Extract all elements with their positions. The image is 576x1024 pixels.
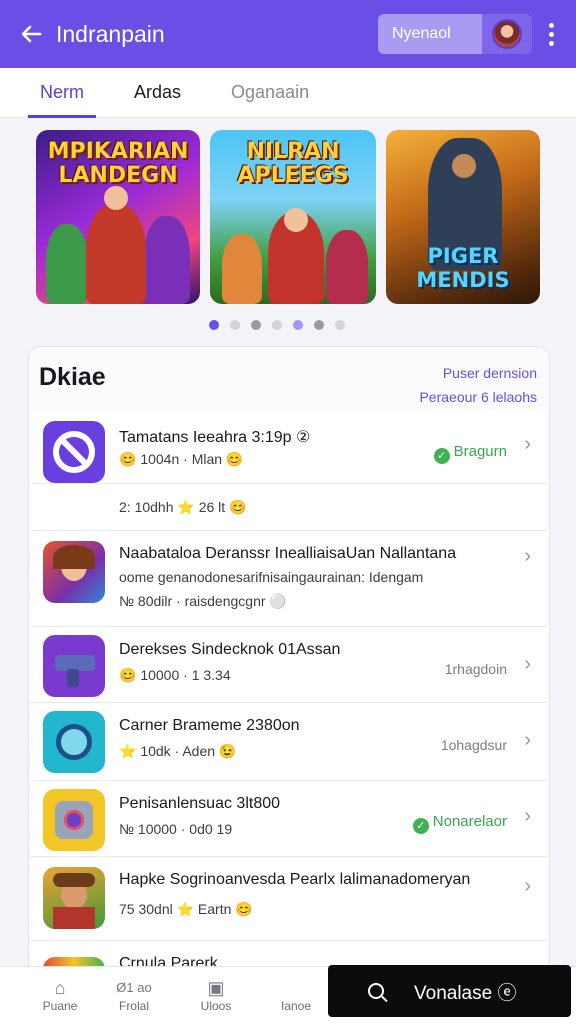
- banner-title: NILRAN APLEEGS: [237, 139, 349, 188]
- banner-2[interactable]: NILRAN APLEEGS: [210, 130, 376, 304]
- app-icon: [43, 711, 105, 773]
- list-item[interactable]: Derekses Sindecknok 01Assan 😊 10000 · 1 …: [31, 627, 547, 703]
- carousel-dot[interactable]: [293, 320, 303, 330]
- item-title: Derekses Sindecknok 01Assan: [119, 641, 341, 658]
- banner-1[interactable]: MPIKARIAN LANDEGN: [36, 130, 200, 304]
- section-link-secondary[interactable]: Peraeour 6 lelaohs: [419, 389, 537, 405]
- tab-nerm[interactable]: Nerm: [28, 68, 96, 118]
- carousel-dot[interactable]: [335, 320, 345, 330]
- back-arrow-icon[interactable]: [14, 17, 48, 51]
- install-status[interactable]: ✓ Nonarelaor: [412, 813, 507, 834]
- item-title: Hapke Sogrinoanvesda Pearlx lalimanadome…: [119, 871, 471, 888]
- item-status: 1ohagdsur: [440, 737, 507, 753]
- chevron-right-icon[interactable]: ›: [524, 729, 531, 752]
- item-title: Carner Brameme 2380on: [119, 717, 300, 734]
- app-bar: Indranpain Nyenaol: [0, 0, 576, 68]
- carousel-pagination: [209, 320, 345, 330]
- list-item[interactable]: Tamatans Ieeahra 3:19p ② 😊 1004n · Mlan …: [31, 411, 547, 531]
- chevron-right-icon[interactable]: ›: [524, 875, 531, 898]
- carousel-dot[interactable]: [230, 320, 240, 330]
- avatar-button[interactable]: [482, 14, 532, 54]
- library-icon: ▣: [207, 978, 225, 998]
- search-action-button[interactable]: Vonalase ⓔ: [328, 965, 571, 1017]
- ranking-icon: Ø1 ao: [116, 980, 152, 995]
- banner-title: PIGER MENDIS: [416, 244, 510, 292]
- item-title: Penisanlensuac 3lt800: [119, 795, 281, 812]
- carousel-dot[interactable]: [314, 320, 324, 330]
- app-icon: [43, 541, 105, 603]
- profile-icon: [266, 977, 326, 999]
- banner-3[interactable]: PIGER MENDIS: [386, 130, 540, 304]
- nav-profile[interactable]: Ianoe: [266, 977, 326, 1013]
- item-status: 1rhagdoin: [444, 661, 507, 677]
- header-input[interactable]: Nyenaol: [378, 14, 482, 54]
- carousel-dot[interactable]: [272, 320, 282, 330]
- avatar: [492, 19, 522, 49]
- item-meta-secondary: № 80dilr · raisdengcgnr ⚪: [119, 593, 287, 609]
- search-icon: [368, 983, 384, 999]
- item-meta-secondary: 2: 10dhh ⭐ 26 lt 😊: [119, 499, 247, 515]
- app-icon: [43, 421, 105, 483]
- app-icon: [43, 635, 105, 697]
- list-item[interactable]: Hapke Sogrinoanvesda Pearlx lalimanadome…: [31, 857, 547, 941]
- section-title: Dkiae: [39, 363, 106, 391]
- section-link[interactable]: Puser dernsion: [443, 365, 537, 381]
- item-meta: № 10000 · 0d0 19: [119, 821, 233, 837]
- search-action-label: Vonalase ⓔ: [414, 982, 517, 1004]
- app-icon: [43, 789, 105, 851]
- install-status[interactable]: ✓ Bragurn: [433, 443, 507, 464]
- carousel-dot[interactable]: [251, 320, 261, 330]
- item-title: Naabataloa Deranssr InealliaisaUan Nalla…: [119, 545, 457, 562]
- nav-ranking[interactable]: Ø1 ao Frolal: [104, 977, 164, 1013]
- chevron-right-icon[interactable]: ›: [524, 433, 531, 456]
- check-icon: ✓: [412, 818, 429, 834]
- tab-ardas[interactable]: Ardas: [122, 68, 193, 118]
- banner-title: MPIKARIAN LANDEGN: [47, 139, 189, 188]
- item-meta: ⭐ 10dk · Aden 😉: [119, 743, 237, 759]
- home-icon: ⌂: [54, 978, 66, 998]
- item-meta: 😊 1004n · Mlan 😊: [119, 451, 244, 467]
- app-icon: [43, 867, 105, 929]
- chevron-right-icon[interactable]: ›: [524, 545, 531, 568]
- item-meta: 😊 10000 · 1 3.34: [119, 667, 231, 683]
- more-menu-icon[interactable]: [536, 14, 566, 54]
- tab-bar: Nerm Ardas Oganaain: [0, 68, 576, 118]
- app-title: Indranpain: [56, 20, 165, 47]
- app-list-card: Dkiae Puser dernsion Peraeour 6 lelaohs …: [28, 346, 550, 1024]
- chevron-right-icon[interactable]: ›: [524, 805, 531, 828]
- list-item[interactable]: Penisanlensuac 3lt800 № 10000 · 0d0 19 ✓…: [31, 781, 547, 857]
- featured-carousel: MPIKARIAN LANDEGN NILRAN APLEEGS PIGER M…: [36, 130, 540, 304]
- check-icon: ✓: [433, 448, 450, 464]
- item-title: Tamatans Ieeahra 3:19p ②: [119, 429, 311, 446]
- tab-oganaain[interactable]: Oganaain: [219, 68, 321, 118]
- list-item[interactable]: Carner Brameme 2380on ⭐ 10dk · Aden 😉 1o…: [31, 703, 547, 781]
- list-item[interactable]: Naabataloa Deranssr InealliaisaUan Nalla…: [31, 531, 547, 627]
- item-meta: oome genanodonesarifnisaingaurainan: Ide…: [119, 569, 424, 585]
- item-meta: 75 30dnl ⭐ Eartn 😊: [119, 901, 253, 917]
- nav-library[interactable]: ▣ Uloos: [186, 977, 246, 1013]
- carousel-dot[interactable]: [209, 320, 219, 330]
- nav-home[interactable]: ⌂ Puane: [30, 977, 90, 1013]
- chevron-right-icon[interactable]: ›: [524, 653, 531, 676]
